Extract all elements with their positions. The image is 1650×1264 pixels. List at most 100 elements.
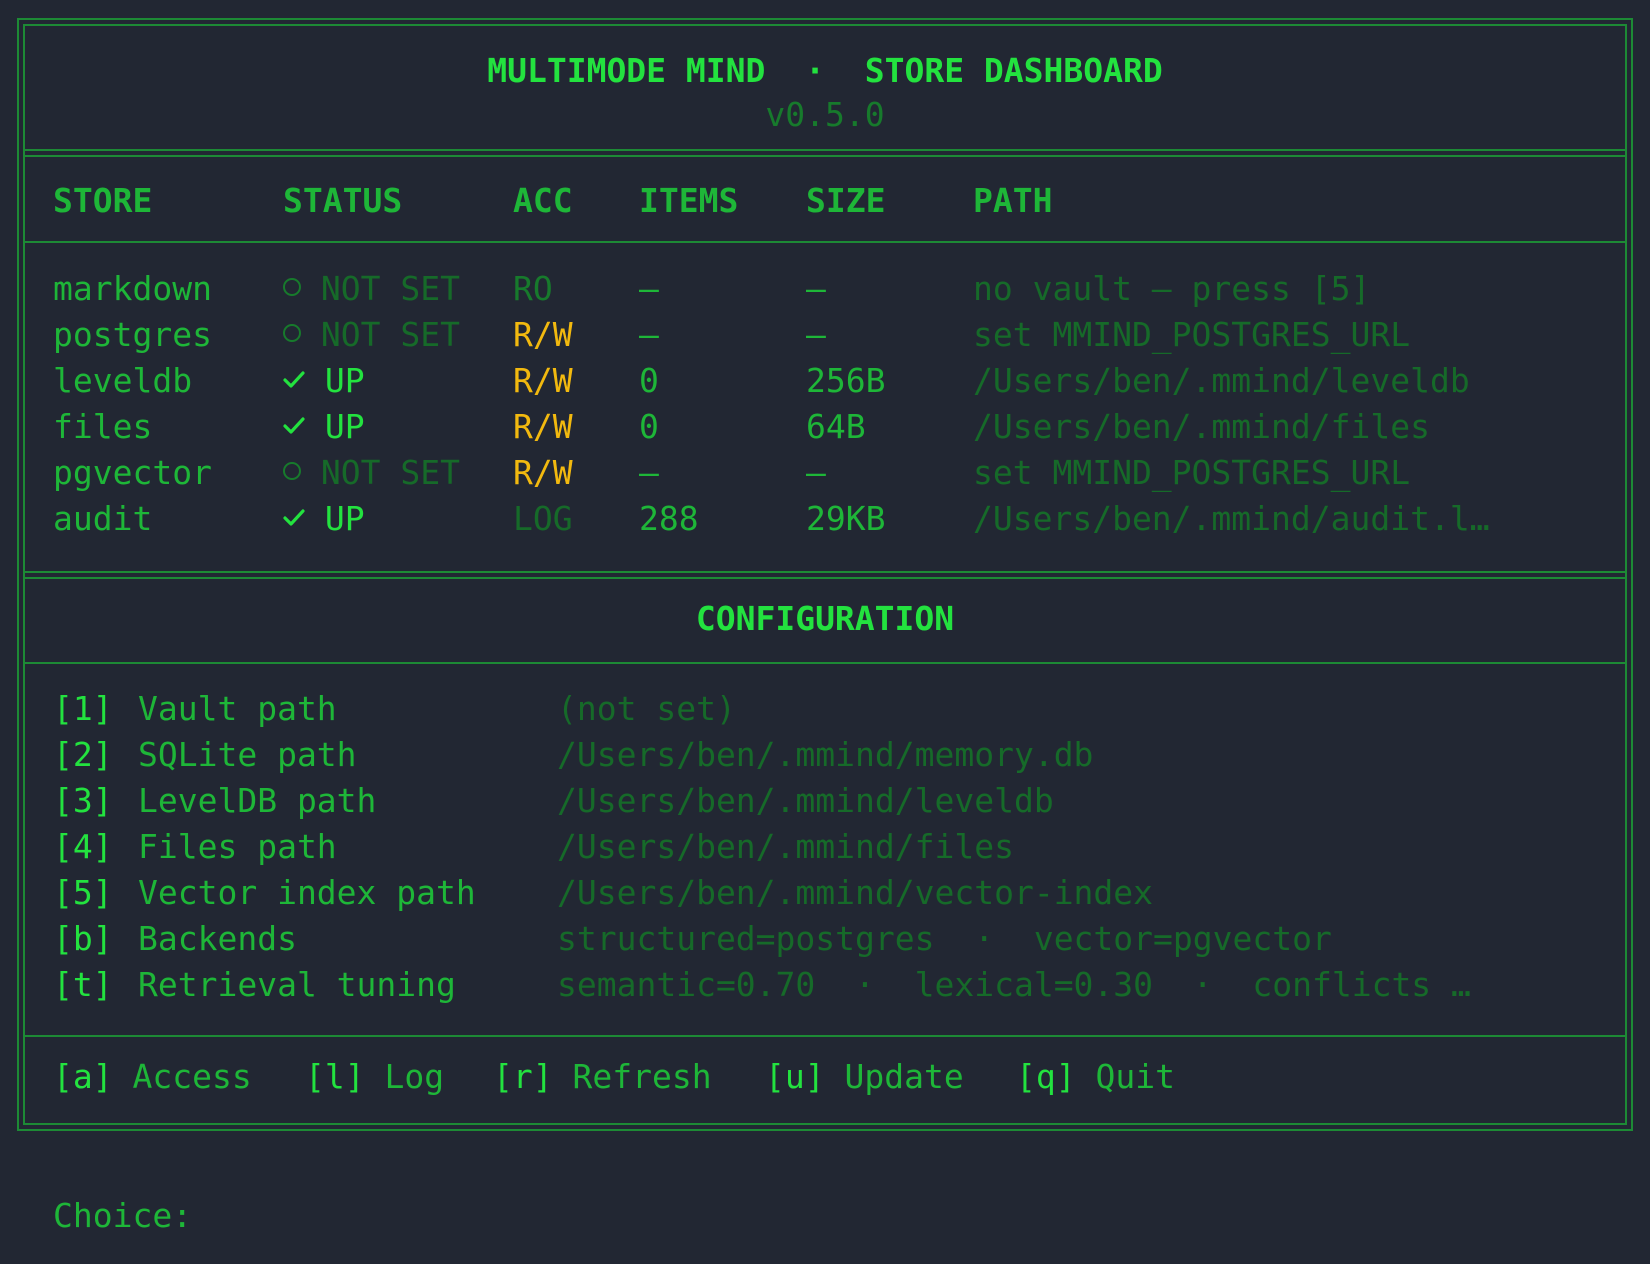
- path-cell: set MMIND_POSTGRES_URL: [973, 315, 1411, 354]
- circle-icon: [283, 461, 301, 480]
- config-label: Vector index path: [138, 873, 476, 912]
- size-cell: 256B: [806, 361, 886, 400]
- store-name: markdown: [53, 269, 212, 308]
- menu-key: [r]: [493, 1057, 553, 1096]
- access-cell: RO: [513, 269, 553, 308]
- status-text: NOT SET: [320, 269, 460, 308]
- config-value: /Users/ben/.mmind/leveldb: [557, 781, 1054, 820]
- menu-label: Refresh: [572, 1057, 712, 1096]
- config-label: SQLite path: [138, 735, 357, 774]
- config-label: Files path: [138, 827, 337, 866]
- access-cell: R/W: [513, 407, 573, 446]
- menu-divider: [25, 1035, 1625, 1037]
- menu-label: Update: [844, 1057, 964, 1096]
- config-value: structured=postgres · vector=pgvector: [557, 919, 1332, 958]
- path-cell: /Users/ben/.mmind/files: [973, 407, 1430, 446]
- menu-item-access[interactable]: [a] Access: [53, 1054, 252, 1100]
- status-text: NOT SET: [320, 315, 460, 354]
- check-icon: [283, 416, 305, 434]
- items-cell: 288: [639, 499, 699, 538]
- column-header-store: STORE: [53, 181, 153, 220]
- config-label: Vault path: [138, 689, 337, 728]
- config-value: /Users/ben/.mmind/files: [557, 827, 1014, 866]
- check-icon: [283, 508, 305, 526]
- menu-label: Quit: [1095, 1057, 1175, 1096]
- status-cell: NOT SET: [283, 266, 460, 312]
- status-cell: UP: [283, 358, 365, 404]
- store-name: pgvector: [53, 453, 212, 492]
- column-header-items: ITEMS: [639, 181, 739, 220]
- items-cell: 0: [639, 361, 659, 400]
- path-cell: no vault — press [5]: [973, 269, 1371, 308]
- column-header-status: STATUS: [283, 181, 403, 220]
- config-key: [5]: [53, 873, 113, 912]
- items-cell: —: [639, 315, 659, 354]
- config-value: (not set): [557, 689, 736, 728]
- dashboard-title: MULTIMODE MIND · STORE DASHBOARD: [487, 51, 1163, 90]
- column-header-size: SIZE: [806, 181, 886, 220]
- status-cell: UP: [283, 496, 365, 542]
- terminal-window: { "header": { "title": "MULTIMODE MIND ·…: [0, 0, 1650, 1264]
- dashboard-frame: MULTIMODE MIND · STORE DASHBOARD v0.5.0 …: [17, 18, 1633, 1131]
- circle-icon: [283, 323, 301, 342]
- store-name: files: [53, 407, 153, 446]
- status-cell: NOT SET: [283, 312, 460, 358]
- configuration-title: CONFIGURATION: [695, 599, 955, 638]
- config-key: [t]: [53, 965, 113, 1004]
- menu-label: Log: [384, 1057, 445, 1096]
- menu-key: [a]: [53, 1057, 113, 1096]
- size-cell: 29KB: [806, 499, 886, 538]
- size-cell: 64B: [806, 407, 866, 446]
- dashboard-inner-frame: MULTIMODE MIND · STORE DASHBOARD v0.5.0 …: [23, 24, 1627, 1125]
- table-header-divider: [25, 241, 1625, 243]
- choice-prompt[interactable]: Choice:: [53, 1193, 192, 1239]
- menu-key: [q]: [1016, 1057, 1076, 1096]
- access-cell: R/W: [513, 361, 573, 400]
- items-cell: —: [639, 269, 659, 308]
- status-text: UP: [324, 499, 365, 538]
- config-value: semantic=0.70 · lexical=0.30 · conflicts…: [557, 965, 1471, 1004]
- menu-key: [u]: [765, 1057, 825, 1096]
- config-value: /Users/ben/.mmind/vector-index: [557, 873, 1154, 912]
- size-cell: —: [806, 269, 826, 308]
- menu-item-log[interactable]: [l] Log: [305, 1054, 444, 1100]
- store-name: leveldb: [53, 361, 193, 400]
- items-cell: —: [639, 453, 659, 492]
- items-cell: 0: [639, 407, 659, 446]
- access-cell: R/W: [513, 453, 573, 492]
- menu-label: Access: [132, 1057, 252, 1096]
- store-name: postgres: [53, 315, 212, 354]
- menu-item-quit[interactable]: [q] Quit: [1016, 1054, 1175, 1100]
- config-key: [4]: [53, 827, 113, 866]
- status-text: NOT SET: [320, 453, 460, 492]
- header-divider: [25, 149, 1625, 157]
- config-label: LevelDB path: [138, 781, 377, 820]
- access-cell: LOG: [513, 499, 573, 538]
- menu-key: [l]: [305, 1057, 365, 1096]
- config-label: Retrieval tuning: [138, 965, 456, 1004]
- config-value: /Users/ben/.mmind/memory.db: [557, 735, 1094, 774]
- config-key: [3]: [53, 781, 113, 820]
- status-text: UP: [324, 407, 365, 446]
- store-name: audit: [53, 499, 153, 538]
- menu-item-refresh[interactable]: [r] Refresh: [493, 1054, 712, 1100]
- size-cell: —: [806, 453, 826, 492]
- config-key: [1]: [53, 689, 113, 728]
- path-cell: set MMIND_POSTGRES_URL: [973, 453, 1411, 492]
- size-cell: —: [806, 315, 826, 354]
- version-label: v0.5.0: [765, 95, 885, 134]
- column-header-acc: ACC: [513, 181, 573, 220]
- config-label: Backends: [138, 919, 297, 958]
- table-divider: [25, 571, 1625, 579]
- column-header-path: PATH: [973, 181, 1053, 220]
- menu-item-update[interactable]: [u] Update: [765, 1054, 964, 1100]
- access-cell: R/W: [513, 315, 573, 354]
- path-cell: /Users/ben/.mmind/audit.l…: [973, 499, 1490, 538]
- configuration-divider: [25, 662, 1625, 664]
- status-cell: NOT SET: [283, 450, 460, 496]
- check-icon: [283, 370, 305, 388]
- config-key: [2]: [53, 735, 113, 774]
- status-text: UP: [324, 361, 365, 400]
- status-cell: UP: [283, 404, 365, 450]
- path-cell: /Users/ben/.mmind/leveldb: [973, 361, 1470, 400]
